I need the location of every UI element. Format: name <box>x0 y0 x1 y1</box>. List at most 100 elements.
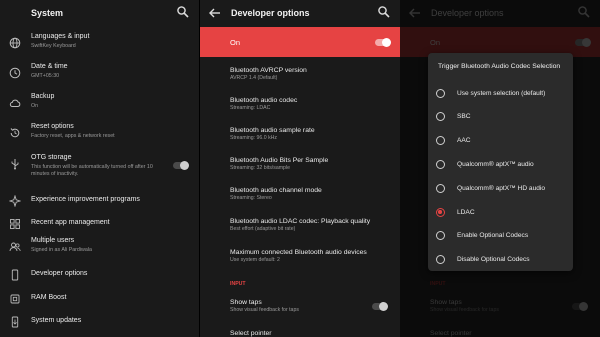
option-label: Use system selection (default) <box>457 90 546 97</box>
codec-option-enable-optional[interactable]: Enable Optional Codecs <box>436 227 571 249</box>
option-label: SBC <box>457 113 471 120</box>
show-taps-toggle[interactable] <box>372 301 388 311</box>
system-settings-panel: System Languages & input SwiftKey Keyboa… <box>0 0 199 337</box>
radio-button[interactable] <box>436 184 445 193</box>
dev-item-max-devices[interactable]: Maximum connected Bluetooth audio device… <box>230 248 398 264</box>
radio-button[interactable] <box>436 231 445 240</box>
settings-item-subtitle: SwiftKey Keyboard <box>31 43 76 49</box>
dev-item-subtitle: Streaming: LDAC <box>230 105 271 111</box>
settings-item-subtitle: On <box>31 103 39 109</box>
option-label: Disable Optional Codecs <box>457 256 530 263</box>
users-icon <box>9 241 21 253</box>
back-arrow-icon[interactable] <box>208 6 222 20</box>
page-title: System <box>31 8 64 18</box>
settings-item-subtitle: Signed in as Ali Pardiwala <box>31 247 92 253</box>
developer-top-bar: Developer options <box>200 0 400 26</box>
dev-item-title: Bluetooth audio channel mode <box>230 187 322 194</box>
codec-option-sbc[interactable]: SBC <box>436 108 571 130</box>
globe-icon <box>9 37 21 49</box>
settings-item-backup[interactable]: Backup On <box>0 92 199 116</box>
settings-item-experience[interactable]: Experience improvement programs <box>0 190 199 214</box>
radio-button[interactable] <box>436 136 445 145</box>
clock-icon <box>9 67 21 79</box>
sparkle-icon <box>9 195 21 207</box>
option-label: Qualcomm® aptX™ HD audio <box>457 185 546 192</box>
settings-item-title: Developer options <box>31 270 88 277</box>
codec-option-system-default[interactable]: Use system selection (default) <box>436 85 571 107</box>
radio-button[interactable] <box>436 112 445 121</box>
settings-item-title: RAM Boost <box>31 294 67 301</box>
settings-item-title: Experience improvement programs <box>31 196 140 203</box>
section-header-input: INPUT <box>230 281 246 287</box>
settings-item-title: System updates <box>31 317 82 324</box>
settings-item-subtitle: Factory reset, apps & network reset <box>31 133 115 139</box>
settings-item-subtitle: GMT+05:30 <box>31 73 60 79</box>
dev-item-title: Bluetooth Audio Bits Per Sample <box>230 157 329 164</box>
option-label: Qualcomm® aptX™ audio <box>457 161 534 168</box>
phone-icon <box>9 269 21 281</box>
master-switch-label: On <box>230 38 241 47</box>
codec-option-aptx-hd[interactable]: Qualcomm® aptX™ HD audio <box>436 180 571 202</box>
option-label: LDAC <box>457 209 475 216</box>
reset-icon <box>9 127 21 139</box>
settings-item-date-time[interactable]: Date & time GMT+05:30 <box>0 62 199 86</box>
settings-item-system-updates[interactable]: System updates <box>0 311 199 335</box>
dev-item-title: Bluetooth audio codec <box>230 97 298 104</box>
search-icon[interactable] <box>176 5 190 19</box>
search-icon[interactable] <box>377 5 391 19</box>
usb-icon <box>9 158 21 170</box>
settings-item-title: Languages & input <box>31 33 90 40</box>
settings-item-developer-options[interactable]: Developer options <box>0 264 199 288</box>
radio-button[interactable] <box>436 89 445 98</box>
dev-item-title: Bluetooth audio LDAC codec: Playback qua… <box>230 218 371 225</box>
settings-item-reset[interactable]: Reset options Factory reset, apps & netw… <box>0 122 199 146</box>
dev-item-partial[interactable]: Select pointer <box>230 330 272 337</box>
codec-option-aac[interactable]: AAC <box>436 132 571 154</box>
dev-item-bits-per-sample[interactable]: Bluetooth Audio Bits Per Sample Streamin… <box>230 156 398 172</box>
dev-item-subtitle: Streaming: 96.0 kHz <box>230 135 277 141</box>
option-label: AAC <box>457 137 471 144</box>
developer-options-master-switch[interactable]: On <box>200 27 400 57</box>
apps-icon <box>9 218 21 230</box>
dev-item-subtitle: Streaming: Stereo <box>230 195 272 201</box>
settings-item-recent-apps[interactable]: Recent app management <box>0 213 199 237</box>
codec-selection-dialog: Trigger Bluetooth Audio Codec Selection … <box>428 53 573 271</box>
codec-option-aptx[interactable]: Qualcomm® aptX™ audio <box>436 156 571 178</box>
dev-item-channel-mode[interactable]: Bluetooth audio channel mode Streaming: … <box>230 186 398 202</box>
settings-item-title: OTG storage <box>31 154 72 161</box>
dev-item-title: Maximum connected Bluetooth audio device… <box>230 249 367 256</box>
settings-item-title: Recent app management <box>31 219 110 226</box>
dev-item-title: Bluetooth AVRCP version <box>230 67 307 74</box>
otg-storage-toggle[interactable] <box>173 160 189 170</box>
settings-item-languages[interactable]: Languages & input SwiftKey Keyboard <box>0 32 199 56</box>
dev-item-title: Bluetooth audio sample rate <box>230 127 315 134</box>
settings-item-otg[interactable]: OTG storage This function will be automa… <box>0 153 199 183</box>
settings-item-title: Backup <box>31 93 55 100</box>
radio-button[interactable] <box>436 160 445 169</box>
dev-item-sample-rate[interactable]: Bluetooth audio sample rate Streaming: 9… <box>230 126 398 142</box>
system-top-bar: System <box>0 0 199 26</box>
settings-item-title: Multiple users <box>31 237 75 244</box>
backup-icon <box>9 97 21 109</box>
dev-item-subtitle: Streaming: 32 bits/sample <box>230 165 290 171</box>
settings-item-title: Date & time <box>31 63 68 70</box>
developer-options-toggle[interactable] <box>375 37 391 47</box>
settings-item-title: Reset options <box>31 123 74 130</box>
ram-icon <box>9 293 21 305</box>
update-icon <box>9 316 21 328</box>
dev-item-subtitle: Best effort (adaptive bit rate) <box>230 226 296 232</box>
developer-options-panel: Developer options On Bluetooth AVRCP ver… <box>200 0 400 337</box>
radio-button-selected[interactable] <box>436 208 445 217</box>
dev-item-subtitle: AVRCP 1.4 (Default) <box>230 75 278 81</box>
radio-button[interactable] <box>436 255 445 264</box>
settings-item-ram-boost[interactable]: RAM Boost <box>0 288 199 312</box>
settings-item-subtitle: This function will be automatically turn… <box>31 164 153 177</box>
dialog-title: Trigger Bluetooth Audio Codec Selection <box>438 63 561 70</box>
settings-item-multiple-users[interactable]: Multiple users Signed in as Ali Pardiwal… <box>0 236 199 260</box>
option-label: Enable Optional Codecs <box>457 232 529 239</box>
dev-item-audio-codec[interactable]: Bluetooth audio codec Streaming: LDAC <box>230 96 398 112</box>
codec-option-ldac[interactable]: LDAC <box>436 204 571 226</box>
dev-item-ldac-quality[interactable]: Bluetooth audio LDAC codec: Playback qua… <box>230 217 398 233</box>
codec-option-disable-optional[interactable]: Disable Optional Codecs <box>436 251 571 273</box>
dev-item-avrcp-version[interactable]: Bluetooth AVRCP version AVRCP 1.4 (Defau… <box>230 66 398 82</box>
